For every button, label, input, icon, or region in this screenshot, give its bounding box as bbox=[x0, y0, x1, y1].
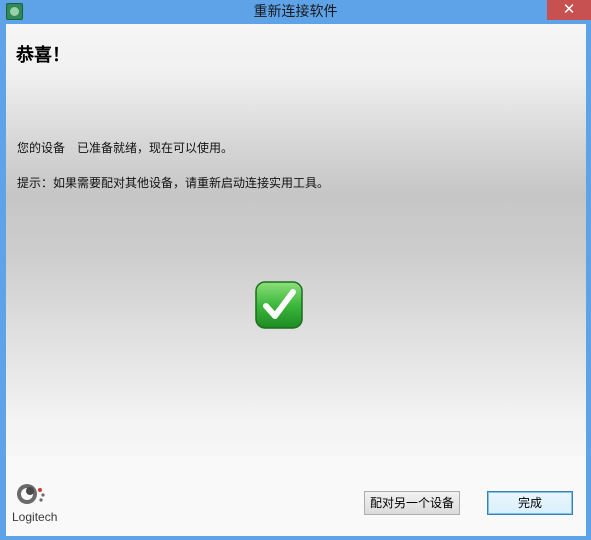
dialog-window: 重新连接软件 ✕ 恭喜！ 您的设备 已准备就绪，现在可以使用。 提示：如果需要配… bbox=[0, 0, 591, 540]
page-heading: 恭喜！ bbox=[16, 45, 70, 66]
title-bar[interactable]: 重新连接软件 ✕ bbox=[0, 0, 591, 24]
hint-message: 提示：如果需要配对其他设备，请重新启动连接实用工具。 bbox=[17, 176, 330, 190]
ready-message: 您的设备 已准备就绪，现在可以使用。 bbox=[17, 141, 234, 155]
pair-another-device-button[interactable]: 配对另一个设备 bbox=[364, 491, 460, 515]
content-panel: 恭喜！ 您的设备 已准备就绪，现在可以使用。 提示：如果需要配对其他设备，请重新… bbox=[6, 24, 586, 456]
checkmark-icon bbox=[255, 281, 303, 329]
window-title: 重新连接软件 bbox=[253, 4, 338, 20]
close-icon: ✕ bbox=[562, 0, 576, 18]
logitech-logo-icon bbox=[17, 484, 45, 504]
footer-bar: Logitech 配对另一个设备 完成 bbox=[6, 456, 586, 536]
logitech-logo: Logitech bbox=[12, 480, 72, 530]
finish-button[interactable]: 完成 bbox=[487, 491, 573, 515]
logo-text: Logitech bbox=[12, 510, 58, 524]
close-button[interactable]: ✕ bbox=[547, 0, 591, 20]
